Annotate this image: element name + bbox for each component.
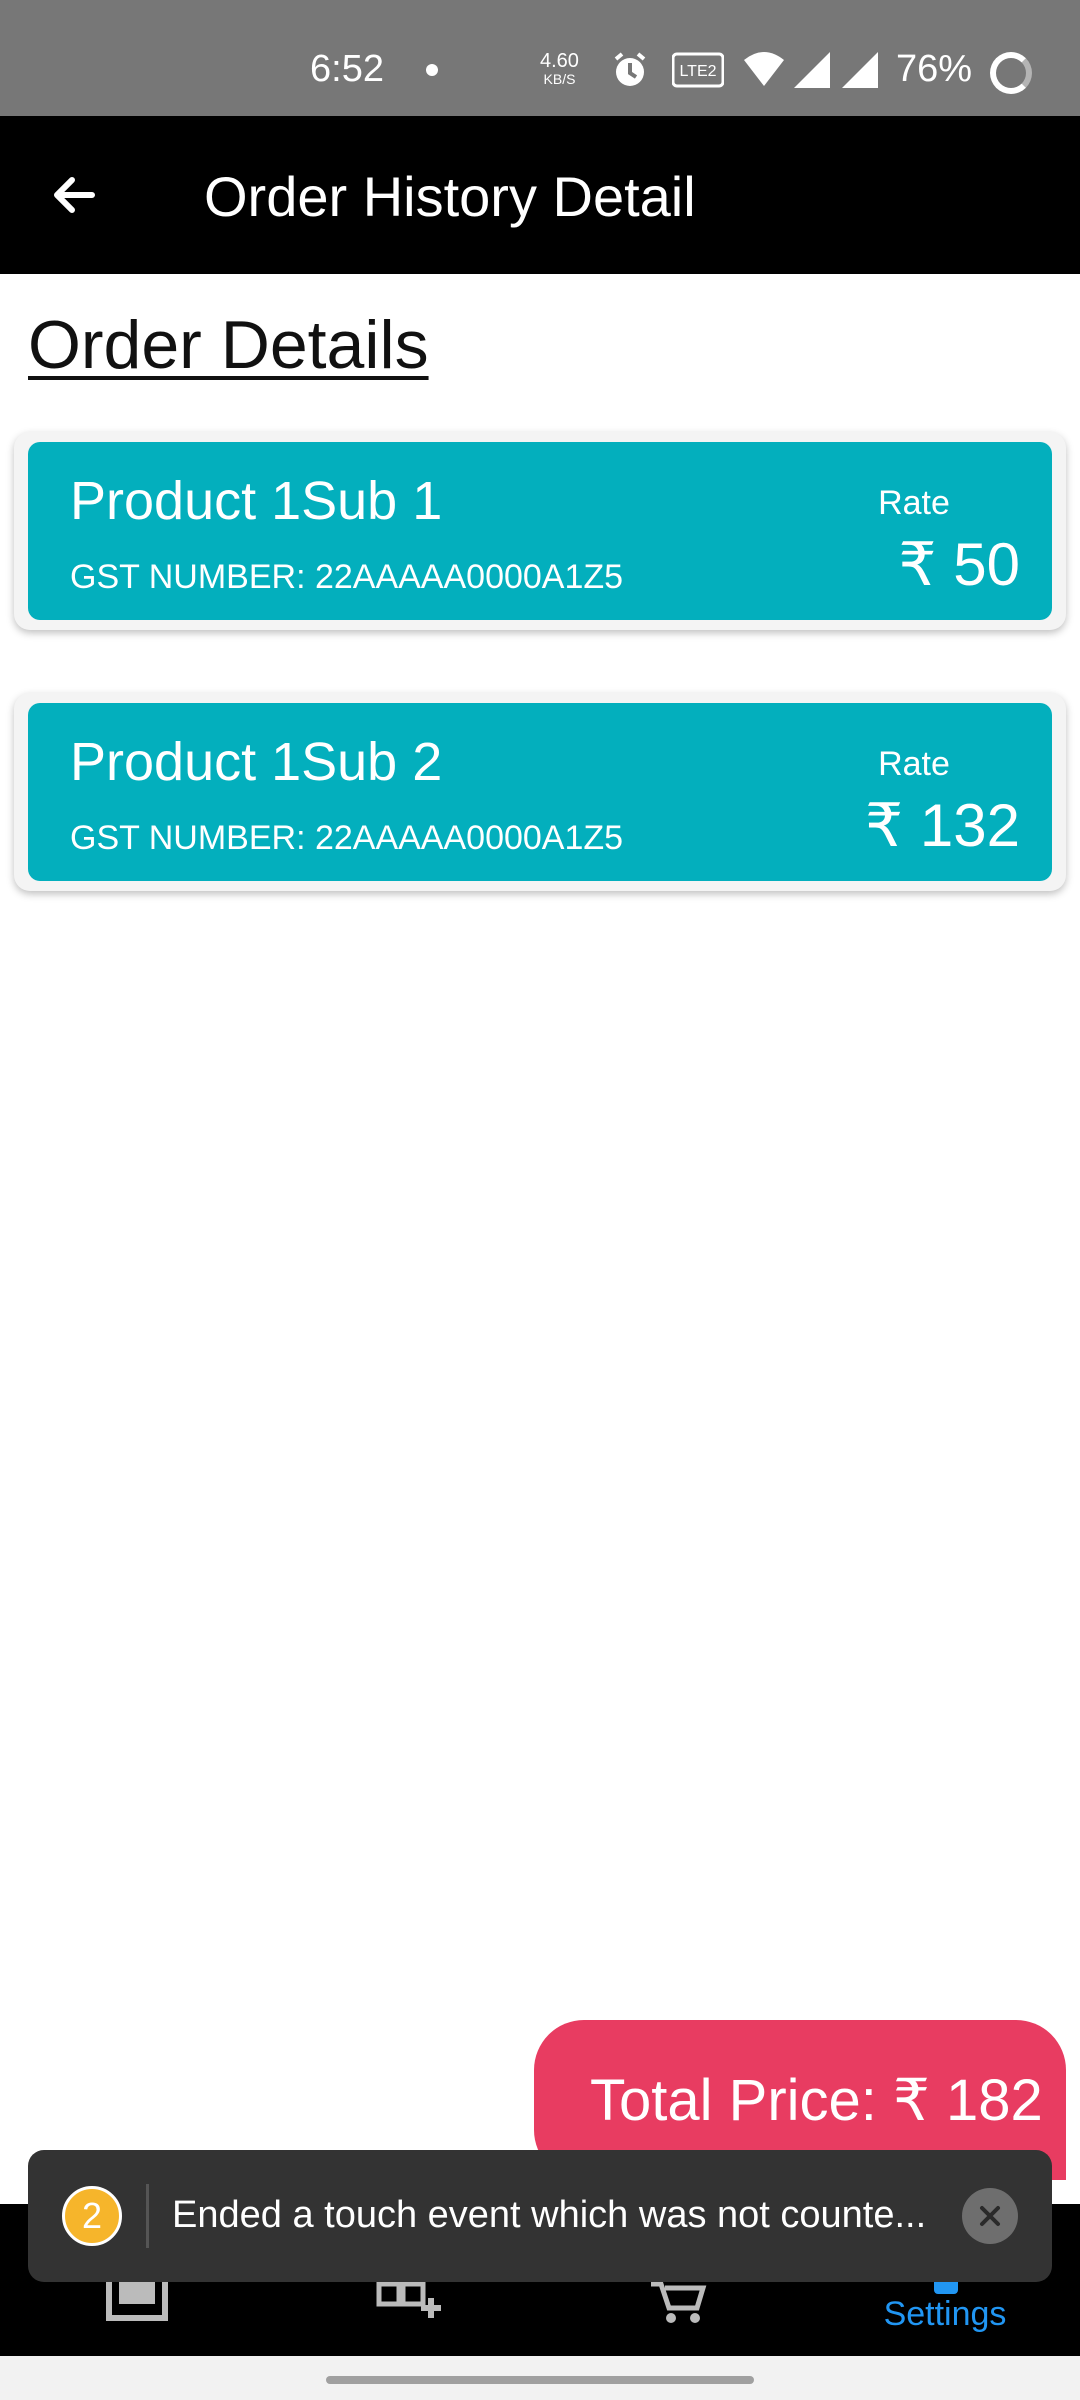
alarm-icon — [610, 50, 650, 95]
toast-notification[interactable]: 2 Ended a touch event which was not coun… — [28, 2150, 1052, 2282]
toast-divider — [146, 2184, 149, 2248]
rate-value: ₹ 132 — [865, 792, 1020, 859]
product-card-body: Product 1Sub 1 GST NUMBER: 22AAAAA0000A1… — [28, 442, 1052, 620]
volte-icon: LTE2 — [671, 50, 725, 95]
network-speed-unit: KB/S — [543, 71, 576, 87]
network-speed: 4.60 KB/S — [540, 50, 579, 88]
battery-percent: 76% — [896, 48, 973, 90]
product-gst: GST NUMBER: 22AAAAA0000A1Z5 — [70, 558, 624, 596]
wifi-icon — [742, 50, 786, 95]
status-time: 6:52 — [310, 48, 384, 90]
signal-2-icon — [840, 50, 880, 95]
product-card[interactable]: Product 1Sub 1 GST NUMBER: 22AAAAA0000A1… — [14, 432, 1066, 630]
toast-count-badge: 2 — [62, 2186, 122, 2246]
system-navigation-area — [0, 2356, 1080, 2400]
product-gst: GST NUMBER: 22AAAAA0000A1Z5 — [70, 819, 624, 857]
product-card-body: Product 1Sub 2 GST NUMBER: 22AAAAA0000A1… — [28, 703, 1052, 881]
toast-close-button[interactable] — [962, 2188, 1018, 2244]
signal-1-icon — [792, 50, 832, 95]
arrow-left-icon — [54, 177, 95, 213]
nav-label-settings: Settings — [883, 2295, 1007, 2333]
close-icon — [980, 2206, 1000, 2226]
section-title: Order Details — [28, 307, 429, 383]
product-card[interactable]: Product 1Sub 2 GST NUMBER: 22AAAAA0000A1… — [14, 693, 1066, 891]
gesture-handle[interactable] — [326, 2376, 754, 2384]
battery-icon — [990, 52, 1032, 94]
rate-value: ₹ 50 — [898, 531, 1020, 598]
total-price-label: Total Price: ₹ 182 — [590, 2068, 1043, 2133]
back-button[interactable] — [40, 160, 110, 230]
rate-label: Rate — [878, 745, 950, 783]
status-bar: 6:52 4.60 KB/S LTE2 76% — [0, 0, 1080, 116]
app-bar: Order History Detail — [0, 116, 1080, 274]
rate-label: Rate — [878, 484, 950, 522]
toast-message: Ended a touch event which was not counte… — [172, 2194, 927, 2236]
page-title: Order History Detail — [204, 165, 696, 228]
product-name: Product 1Sub 2 — [70, 732, 443, 792]
svg-text:LTE2: LTE2 — [679, 63, 716, 80]
product-name: Product 1Sub 1 — [70, 471, 443, 531]
network-speed-value: 4.60 — [540, 50, 579, 72]
notification-dot — [426, 64, 438, 76]
